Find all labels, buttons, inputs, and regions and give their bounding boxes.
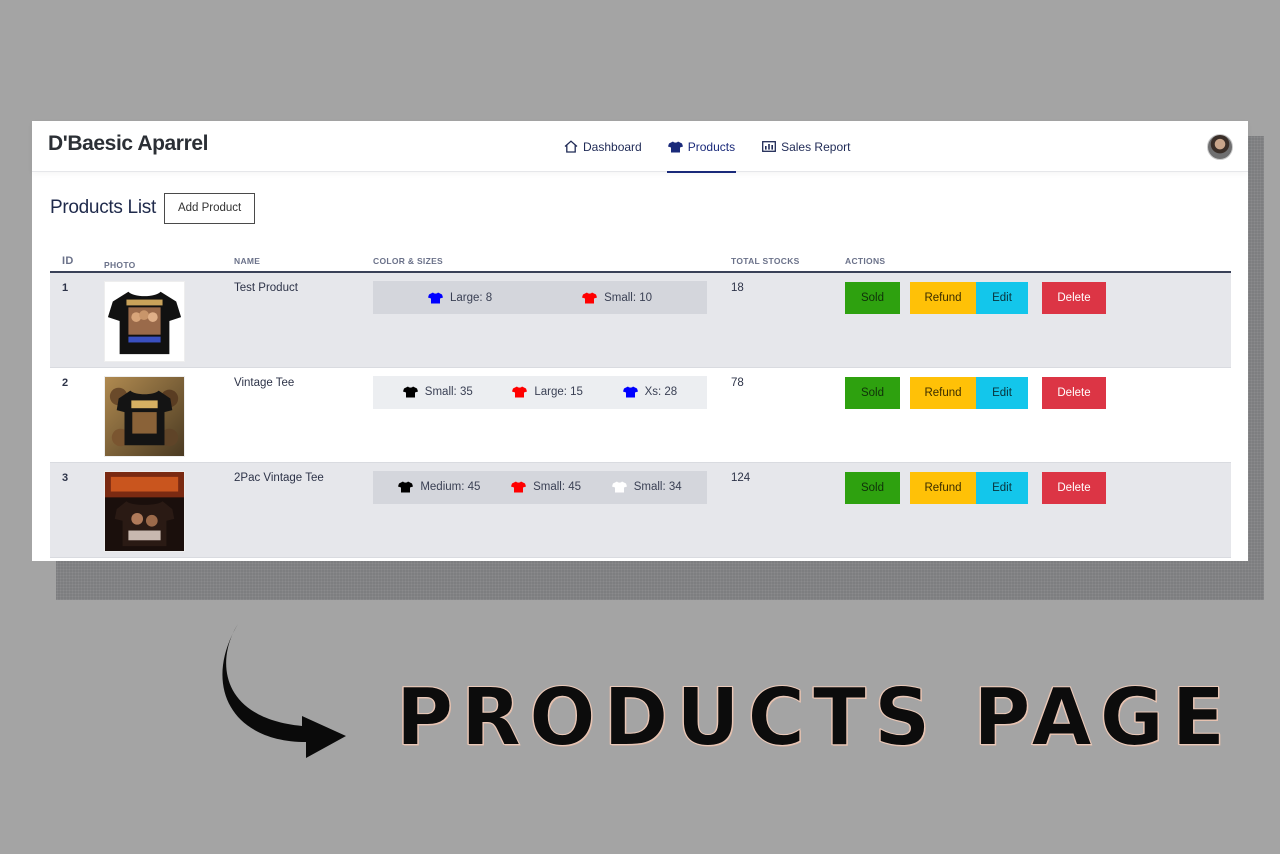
header-photo: PHOTO xyxy=(104,251,234,273)
sold-button[interactable]: Sold xyxy=(845,376,900,409)
variant-item: Small: 35 xyxy=(402,386,473,398)
refund-button[interactable]: Refund xyxy=(910,282,976,314)
tshirt-icon xyxy=(402,386,418,398)
tshirt-icon xyxy=(667,139,683,154)
variants-box: Small: 35 Large: 15 Xs: 28 xyxy=(373,375,707,409)
refund-button[interactable]: Refund xyxy=(910,471,976,504)
tshirt-icon xyxy=(611,481,627,493)
row-id: 3 xyxy=(62,471,69,484)
header-id: ID xyxy=(50,251,104,273)
variant-label: Large: 8 xyxy=(449,291,493,304)
nav-sales-report-label: Sales Report xyxy=(781,139,851,154)
tshirt-icon xyxy=(622,386,638,398)
table-row: 1 Test Product Large: 8 Small: 10 18 Sol… xyxy=(50,272,1231,367)
total-stock: 78 xyxy=(731,376,744,389)
row-id: 1 xyxy=(62,282,69,294)
header-color-sizes: COLOR & SIZES xyxy=(373,251,731,273)
product-photo[interactable] xyxy=(104,375,185,457)
page-title: Products List xyxy=(50,197,156,218)
color-sizes-cell: Small: 35 Large: 15 Xs: 28 xyxy=(373,367,731,462)
nav-dashboard-label: Dashboard xyxy=(583,139,642,154)
header-name: NAME xyxy=(234,251,373,273)
sold-button[interactable]: Sold xyxy=(845,471,900,504)
variant-label: Xs: 28 xyxy=(644,386,678,398)
delete-button[interactable]: Delete xyxy=(1042,376,1106,409)
title-row: Products List Add Product xyxy=(50,192,1230,224)
product-photo[interactable] xyxy=(104,470,185,552)
variant-label: Small: 45 xyxy=(533,481,582,493)
color-sizes-cell: Medium: 45 Small: 45 Small: 34 xyxy=(373,462,731,557)
sold-button[interactable]: Sold xyxy=(845,282,900,314)
brand-logo[interactable]: D'Baesic Aparrel xyxy=(48,132,208,156)
product-name: 2Pac Vintage Tee xyxy=(234,471,324,484)
edit-button[interactable]: Edit xyxy=(976,282,1028,314)
variant-label: Small: 35 xyxy=(424,386,473,398)
delete-button[interactable]: Delete xyxy=(1042,471,1106,504)
variant-label: Medium: 45 xyxy=(420,481,481,493)
variant-label: Large: 15 xyxy=(534,386,583,398)
main-nav: Dashboard Products Sales Report xyxy=(562,121,851,173)
nav-products[interactable]: Products xyxy=(666,121,737,173)
nav-dashboard[interactable]: Dashboard xyxy=(562,121,643,172)
caption-banner: PRODUCTS PAGE xyxy=(395,671,1234,764)
variant-item: Xs: 28 xyxy=(622,386,678,398)
total-stock: 18 xyxy=(731,282,744,294)
photo-cell xyxy=(104,367,234,462)
product-name: Vintage Tee xyxy=(234,376,295,389)
photo-cell xyxy=(104,462,234,557)
tshirt-icon xyxy=(398,481,414,493)
actions-cell: Sold Refund Edit Delete xyxy=(845,462,1231,557)
actions-cell: Sold Refund Edit Delete xyxy=(845,272,1231,367)
nav-sales-report[interactable]: Sales Report xyxy=(760,121,851,172)
main-content: Products List Add Product ID PHOTO NAME … xyxy=(32,172,1248,558)
variant-item: Large: 8 xyxy=(427,291,493,304)
variant-item: Small: 10 xyxy=(582,292,652,304)
refund-button[interactable]: Refund xyxy=(910,376,976,409)
tshirt-icon xyxy=(427,292,443,303)
table-row: 3 2Pac Vintage Tee Medium: 45 Small: 45 … xyxy=(50,462,1231,557)
top-navbar: D'Baesic Aparrel Dashboard Products Sale… xyxy=(32,121,1248,173)
tshirt-icon xyxy=(582,292,598,303)
total-stock: 124 xyxy=(731,471,751,484)
variants-box: Medium: 45 Small: 45 Small: 34 xyxy=(373,470,707,504)
report-icon xyxy=(761,139,776,154)
products-table: ID PHOTO NAME COLOR & SIZES TOTAL STOCKS… xyxy=(50,251,1231,558)
variant-label: Small: 34 xyxy=(633,481,682,493)
row-id: 2 xyxy=(62,376,69,389)
app-window: D'Baesic Aparrel Dashboard Products Sale… xyxy=(32,121,1248,561)
variant-item: Medium: 45 xyxy=(398,481,480,493)
photo-cell xyxy=(104,272,234,367)
home-icon xyxy=(563,139,578,154)
variant-item: Large: 15 xyxy=(512,386,583,398)
nav-products-label: Products xyxy=(687,139,736,154)
delete-button[interactable]: Delete xyxy=(1042,282,1106,314)
actions-cell: Sold Refund Edit Delete xyxy=(845,367,1231,462)
variant-item: Small: 34 xyxy=(611,481,682,493)
product-photo[interactable] xyxy=(104,281,185,362)
add-product-button[interactable]: Add Product xyxy=(163,192,256,224)
variant-item: Small: 45 xyxy=(511,481,581,493)
color-sizes-cell: Large: 8 Small: 10 xyxy=(373,272,731,367)
user-avatar[interactable] xyxy=(1207,134,1233,160)
variant-label: Small: 10 xyxy=(604,291,653,304)
variants-box: Large: 8 Small: 10 xyxy=(373,281,707,314)
edit-button[interactable]: Edit xyxy=(976,471,1028,504)
product-name: Test Product xyxy=(234,282,298,294)
tshirt-icon xyxy=(512,386,528,398)
tshirt-icon xyxy=(511,481,527,493)
curved-arrow-icon xyxy=(222,624,346,758)
table-header-row: ID PHOTO NAME COLOR & SIZES TOTAL STOCKS… xyxy=(50,251,1231,273)
table-row: 2 Vintage Tee Small: 35 Large: 15 Xs: 28… xyxy=(50,367,1231,462)
header-total-stocks: TOTAL STOCKS xyxy=(731,251,845,273)
edit-button[interactable]: Edit xyxy=(976,376,1028,409)
header-actions: ACTIONS xyxy=(845,251,1231,273)
